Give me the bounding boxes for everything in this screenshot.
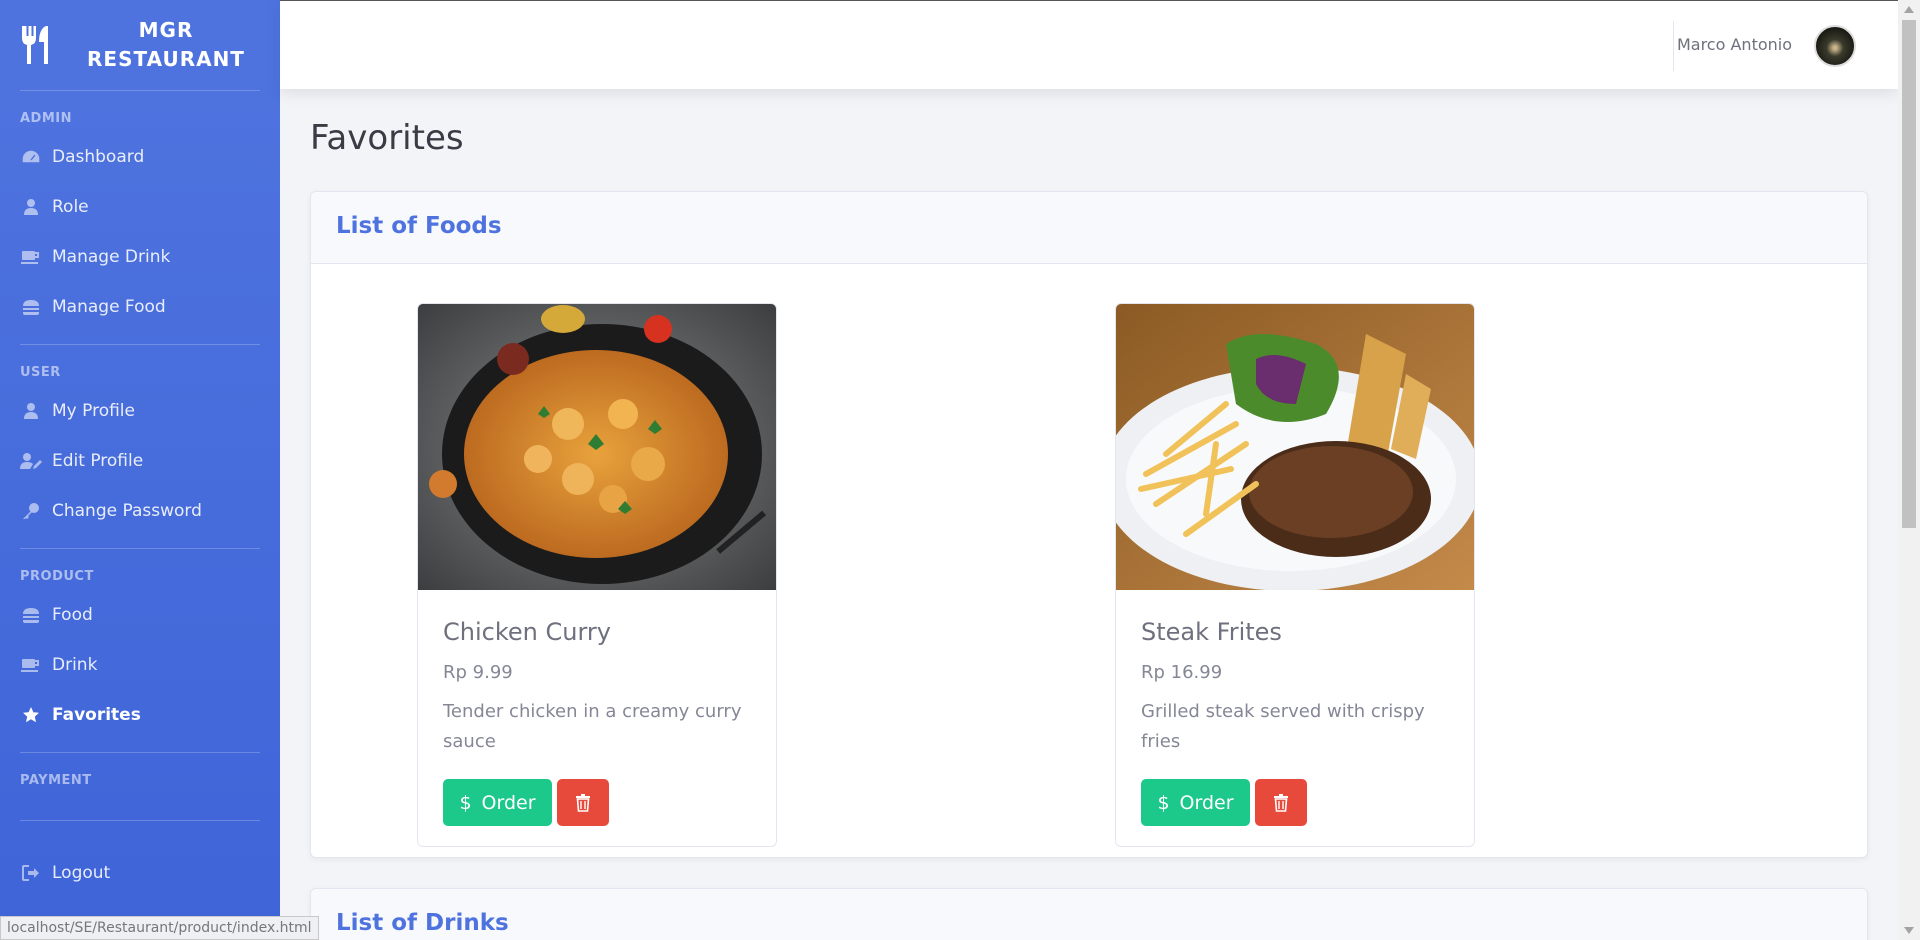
utensils-icon bbox=[22, 26, 48, 64]
sidebar-item-drink[interactable]: Drink bbox=[0, 640, 280, 690]
food-name: Steak Frites bbox=[1141, 618, 1282, 646]
food-image-steak-frites bbox=[1116, 304, 1474, 591]
dashboard-icon bbox=[20, 148, 42, 166]
sidebar-item-label: Manage Food bbox=[52, 297, 166, 317]
sidebar-item-label: Change Password bbox=[52, 501, 202, 521]
sidebar-item-my-profile[interactable]: My Profile bbox=[0, 386, 280, 436]
section-heading-user: USER bbox=[20, 365, 61, 380]
burger-icon bbox=[20, 298, 42, 316]
topbar-divider bbox=[1673, 21, 1674, 71]
drinks-card: List of Drinks bbox=[310, 888, 1868, 940]
trash-icon bbox=[1274, 793, 1288, 812]
sidebar-item-favorites[interactable]: Favorites bbox=[0, 690, 280, 740]
user-name[interactable]: Marco Antonio bbox=[1677, 35, 1792, 54]
sidebar-item-label: Edit Profile bbox=[52, 451, 144, 471]
sidebar-item-dashboard[interactable]: Dashboard bbox=[0, 132, 280, 182]
dollar-icon: $ bbox=[459, 791, 472, 814]
food-price: Rp 16.99 bbox=[1141, 662, 1223, 683]
brand-line-1: MGR bbox=[138, 18, 194, 42]
sidebar-item-label: Food bbox=[52, 605, 93, 625]
page-scrollbar[interactable] bbox=[1898, 0, 1920, 940]
sidebar-item-label: Role bbox=[52, 197, 89, 217]
brand[interactable]: MGR RESTAURANT bbox=[0, 0, 280, 90]
sidebar-item-label: Dashboard bbox=[52, 147, 145, 167]
user-edit-icon bbox=[20, 452, 42, 470]
mug-icon bbox=[20, 656, 42, 674]
food-description: Tender chicken in a creamy curry sauce bbox=[443, 701, 742, 752]
user-icon bbox=[20, 198, 42, 216]
sign-out-icon bbox=[20, 864, 42, 882]
star-icon bbox=[20, 706, 42, 724]
mug-icon bbox=[20, 248, 42, 266]
foods-card-header: List of Foods bbox=[311, 192, 1867, 264]
scroll-thumb[interactable] bbox=[1902, 20, 1916, 528]
scroll-down-icon[interactable] bbox=[1904, 927, 1914, 934]
sidebar-item-logout[interactable]: Logout bbox=[0, 848, 280, 898]
sidebar-item-role[interactable]: Role bbox=[0, 182, 280, 232]
section-heading-admin: ADMIN bbox=[20, 111, 73, 126]
sidebar: MGR RESTAURANT ADMIN Dashboard Role Mana… bbox=[0, 0, 280, 940]
delete-favorite-button[interactable] bbox=[557, 779, 609, 826]
avatar[interactable] bbox=[1814, 25, 1856, 67]
food-image-chicken-curry bbox=[418, 304, 776, 590]
sidebar-item-label: Manage Drink bbox=[52, 247, 171, 267]
topbar: Marco Antonio bbox=[280, 0, 1898, 89]
section-heading-product: PRODUCT bbox=[20, 569, 94, 584]
dollar-icon: $ bbox=[1157, 791, 1170, 814]
user-icon bbox=[20, 402, 42, 420]
sidebar-item-label: My Profile bbox=[52, 401, 135, 421]
burger-icon bbox=[20, 606, 42, 624]
sidebar-item-label: Drink bbox=[52, 655, 98, 675]
food-item-card: Chicken Curry Rp 9.99 Tender chicken in … bbox=[417, 303, 777, 847]
food-name: Chicken Curry bbox=[443, 618, 611, 646]
scroll-up-icon[interactable] bbox=[1904, 6, 1914, 13]
sidebar-item-food[interactable]: Food bbox=[0, 590, 280, 640]
order-button-label: Order bbox=[481, 791, 536, 814]
food-description: Grilled steak served with crispy fries bbox=[1141, 701, 1425, 752]
order-button[interactable]: $ Order bbox=[443, 779, 552, 826]
delete-favorite-button[interactable] bbox=[1255, 779, 1307, 826]
sidebar-item-label: Favorites bbox=[52, 705, 141, 725]
sidebar-item-label: Logout bbox=[52, 863, 111, 883]
sidebar-item-manage-food[interactable]: Manage Food bbox=[0, 282, 280, 332]
order-button[interactable]: $ Order bbox=[1141, 779, 1250, 826]
drinks-card-header: List of Drinks bbox=[311, 889, 1867, 940]
order-button-label: Order bbox=[1179, 791, 1234, 814]
brand-line-2: RESTAURANT bbox=[87, 47, 245, 71]
sidebar-item-edit-profile[interactable]: Edit Profile bbox=[0, 436, 280, 486]
key-icon bbox=[20, 502, 42, 520]
sidebar-item-change-password[interactable]: Change Password bbox=[0, 486, 280, 536]
sidebar-item-manage-drink[interactable]: Manage Drink bbox=[0, 232, 280, 282]
food-item-card: Steak Frites Rp 16.99 Grilled steak serv… bbox=[1115, 303, 1475, 847]
section-heading-payment: PAYMENT bbox=[20, 773, 92, 788]
trash-icon bbox=[576, 793, 590, 812]
browser-status-url: localhost/SE/Restaurant/product/index.ht… bbox=[0, 916, 319, 940]
page-title: Favorites bbox=[310, 118, 464, 158]
food-price: Rp 9.99 bbox=[443, 662, 513, 683]
